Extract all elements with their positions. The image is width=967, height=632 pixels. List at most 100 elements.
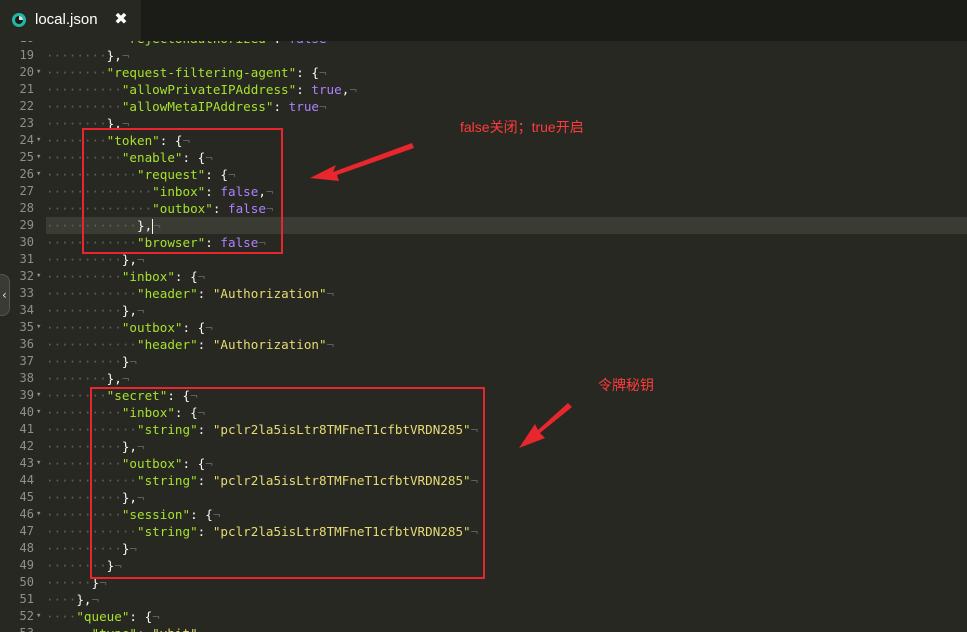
code-line[interactable]: ··········}¬ [46,353,137,370]
code-line[interactable]: ········},¬ [46,115,129,132]
json-punctuation: , [258,184,266,199]
json-string: "Authorization" [212,337,327,352]
indent-whitespace: ·············· [46,184,153,199]
code-line[interactable]: ········},¬ [46,370,129,387]
json-key: "inbox" [121,269,175,284]
newline-marker: ¬ [258,235,266,250]
indent-whitespace: ·········· [46,252,122,267]
newline-marker: ¬ [470,422,479,437]
indent-whitespace: ········ [46,48,107,63]
indent-whitespace: ·········· [46,150,122,165]
json-punctuation: : [137,626,152,632]
newline-marker: ¬ [265,184,274,199]
indent-whitespace: ········ [46,388,107,403]
code-line[interactable]: ··········"outbox": {¬ [46,455,213,472]
json-punctuation: : { [296,65,319,80]
code-line[interactable]: ··········"outbox": {¬ [46,319,213,336]
code-line[interactable]: ··········"enable": {¬ [46,149,213,166]
json-punctuation: }, [121,252,137,267]
code-line[interactable]: ··········"session": {¬ [46,506,220,523]
code-line[interactable]: ······"type": "vbit"¬ [46,625,205,632]
token-annotation: false关闭；true开启 [460,119,584,135]
atom-icon [12,13,26,27]
tab-local-json[interactable]: local.json ✖ [0,0,141,41]
newline-marker: ¬ [137,303,145,318]
newline-marker: ¬ [197,405,206,420]
newline-marker: ¬ [318,65,327,80]
newline-marker: ¬ [153,218,161,233]
code-line[interactable]: ··········"allowPrivateIPAddress": true,… [46,81,357,98]
newline-marker: ¬ [470,524,479,539]
json-string: "pclr2la5isLtr8TMFneT1cfbtVRDN285" [212,473,471,488]
code-line[interactable]: ··············"outbox": false¬ [46,200,274,217]
json-key: "inbox" [152,184,206,199]
json-key: "token" [106,133,160,148]
json-punctuation: } [91,575,100,590]
newline-marker: ¬ [212,507,221,522]
newline-marker: ¬ [121,48,130,63]
json-key: "type" [92,626,138,632]
newline-marker: ¬ [198,626,206,632]
code-line[interactable]: ··········},¬ [46,302,145,319]
code-line[interactable]: ··········},¬ [46,251,145,268]
code-line[interactable]: ··············"inbox": false,¬ [46,183,274,200]
code-line[interactable]: ············},¬ [46,217,967,234]
json-punctuation: : { [129,609,153,624]
json-boolean: false [228,201,266,216]
newline-marker: ¬ [205,456,213,471]
json-punctuation: : { [182,456,206,471]
json-key: "request" [137,167,206,182]
indent-whitespace: ········ [46,116,107,131]
code-line[interactable]: ············"header": "Authorization"¬ [46,336,334,353]
side-panel-toggle[interactable]: ‹ [0,274,10,316]
json-punctuation: }, [76,592,92,607]
code-line[interactable]: ··········},¬ [46,489,145,506]
chevron-left-icon: ‹ [2,288,7,302]
newline-marker: ¬ [182,133,191,148]
tab-bar: local.json ✖ [0,0,967,41]
code-line[interactable]: ······}¬ [46,574,107,591]
newline-marker: ¬ [326,337,335,352]
code-line[interactable]: ········"request-filtering-agent": {¬ [46,64,327,81]
indent-whitespace: ······ [46,575,92,590]
json-boolean: false [220,184,259,199]
newline-marker: ¬ [197,269,206,284]
code-line[interactable]: ············"string": "pclr2la5isLtr8TMF… [46,472,478,489]
json-punctuation: }, [106,371,122,386]
json-punctuation: : { [174,269,198,284]
code-line[interactable]: ············"browser": false¬ [46,234,266,251]
code-line[interactable]: ············"request": {¬ [46,166,236,183]
indent-whitespace: ·········· [46,41,122,46]
indent-whitespace: ············ [46,286,137,301]
code-line[interactable]: ············"string": "pclr2la5isLtr8TMF… [46,523,478,540]
code-line[interactable]: ········"secret": {¬ [46,387,198,404]
code-line[interactable]: ··········"inbox": {¬ [46,268,205,285]
json-key: "browser" [137,235,206,250]
indent-whitespace: ·········· [46,456,122,471]
json-string: "vbit" [152,626,198,632]
indent-whitespace: ·········· [46,320,122,335]
json-punctuation: : [197,524,213,539]
indent-whitespace: ············ [46,524,137,539]
indent-whitespace: ·········· [46,490,122,505]
code-line[interactable]: ············"header": "Authorization"¬ [46,285,334,302]
json-key: "string" [137,524,198,539]
code-line[interactable]: ····"queue": {¬ [46,608,160,625]
indent-whitespace: ·············· [46,201,153,216]
json-string: "Authorization" [212,286,327,301]
close-icon[interactable]: ✖ [113,10,129,28]
code-line[interactable]: ··········}¬ [46,540,137,557]
code-line[interactable]: ········}¬ [46,557,122,574]
json-key: "header" [137,337,198,352]
code-line[interactable]: ····},¬ [46,591,99,608]
code-line[interactable]: ············"string": "pclr2la5isLtr8TMF… [46,421,478,438]
code-line[interactable]: ··········"allowMetaIPAddress": true¬ [46,98,327,115]
code-line[interactable]: ········"token": {¬ [46,132,190,149]
json-punctuation: : [205,235,221,250]
indent-whitespace: ············ [46,235,137,250]
code-line[interactable]: ··········"inbox": {¬ [46,404,205,421]
code-line[interactable]: ········},¬ [46,47,129,64]
code-line[interactable]: ··········},¬ [46,438,145,455]
indent-whitespace: ············ [46,167,137,182]
json-punctuation: }, [121,439,137,454]
